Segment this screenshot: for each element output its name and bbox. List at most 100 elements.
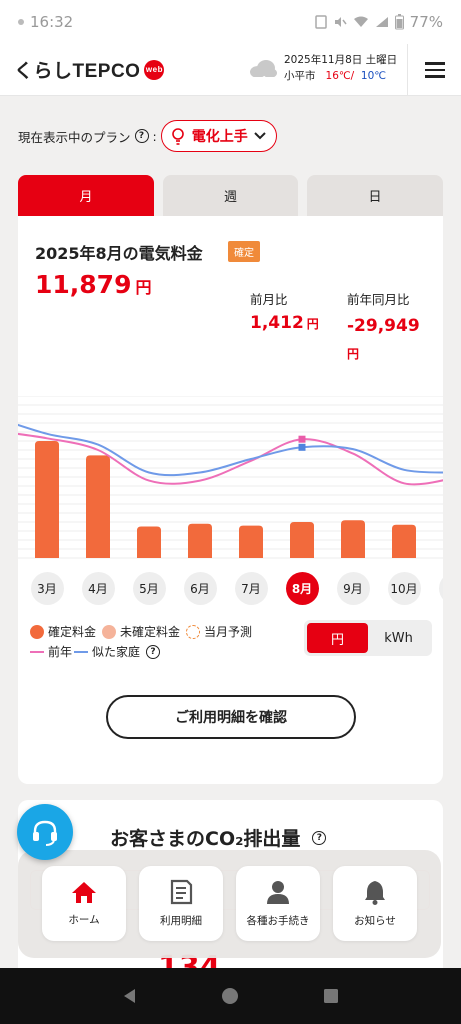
lightbulb-icon [171, 128, 184, 145]
menu-line [424, 62, 445, 65]
chart-bar [239, 525, 263, 558]
recents-icon[interactable] [322, 987, 340, 1005]
bill-amount-value: 11,879 [35, 270, 132, 299]
legend-unconfirmed: 未確定料金 [120, 625, 181, 639]
chart-marker-similar [298, 443, 306, 451]
chart-bar [35, 441, 59, 558]
sim-icon [314, 15, 327, 29]
prev-year-value: -29,949 円 [347, 313, 437, 368]
month-button[interactable]: 8月 [285, 572, 319, 605]
chart-bar [341, 520, 365, 558]
legend-confirmed-swatch [30, 625, 44, 639]
monthly-bill-chart[interactable] [18, 396, 443, 561]
monthly-bill-card: 2025年8月の電気料金 確定 11,879 円 前月比 1,412 円 前年同月比… [18, 216, 443, 784]
chart-line-similar [18, 423, 443, 477]
nav-notices[interactable]: お知らせ [333, 866, 417, 941]
weather-location-temp: 小平市 16℃/ 10℃ [284, 68, 397, 84]
plan-colon: : [152, 128, 157, 144]
unit-kwh-button[interactable]: kWh [368, 623, 429, 653]
legend-row-bills: 確定料金 未確定料金 当月予測 [30, 622, 252, 642]
chevron-down-icon [254, 132, 266, 140]
month-button[interactable]: 6月 [183, 572, 217, 605]
status-icons: 77% [314, 13, 443, 31]
bill-amount: 11,879 円 [35, 270, 152, 299]
bottom-navigation: ホーム 利用明細 各種お手続き お知らせ [18, 850, 441, 958]
plan-help-icon[interactable]: ? [134, 129, 149, 143]
battery-level: 77% [409, 13, 443, 31]
tab-day[interactable]: 日 [307, 175, 443, 216]
back-icon[interactable] [121, 987, 139, 1005]
legend-help-icon[interactable]: ? [146, 645, 161, 659]
bill-title: 2025年8月の電気料金 [35, 244, 203, 263]
co2-title: お客さまのCO₂排出量 [110, 828, 301, 850]
status-time: 16:32 [30, 13, 74, 31]
prev-year-amount: -29,949 [347, 316, 420, 336]
legend-similar-swatch [74, 651, 89, 653]
plan-selector-row: 現在表示中のプラン ? : 電化上手 [18, 120, 277, 152]
plan-dropdown[interactable]: 電化上手 [160, 120, 277, 152]
prev-month-amount: 1,412 [250, 313, 304, 333]
weather-text: 2025年11月8日 土曜日 小平市 16℃/ 10℃ [284, 52, 397, 84]
legend-prev-year: 前年 [48, 645, 73, 659]
bill-amount-unit: 円 [135, 278, 152, 297]
month-button[interactable]: 4月 [81, 572, 115, 605]
temp-low: 10℃ [360, 70, 387, 82]
nav-home[interactable]: ホーム [42, 866, 126, 941]
prev-month-value: 1,412 円 [250, 313, 319, 333]
legend-prev-year-swatch [30, 651, 44, 653]
chart-line-prev-year [18, 432, 443, 486]
status-time-group: 16:32 [18, 13, 73, 31]
tab-month[interactable]: 月 [18, 175, 154, 216]
android-navigation-bar [0, 968, 461, 1024]
view-statement-button[interactable]: ご利用明細を確認 [106, 695, 356, 739]
month-button[interactable]: 1 [438, 572, 443, 605]
legend-forecast-swatch [186, 625, 201, 639]
unit-toggle: 円 kWh [304, 620, 432, 656]
hamburger-menu-icon[interactable] [407, 44, 461, 96]
chart-bar [137, 526, 161, 558]
nav-home-label: ホーム [68, 914, 100, 926]
chart-marker-prev-year [298, 435, 306, 443]
statement-icon [170, 879, 193, 905]
legend-forecast: 当月予測 [204, 625, 253, 639]
co2-help-icon[interactable]: ? [312, 830, 327, 845]
month-button[interactable]: 10月 [387, 572, 421, 605]
wifi-icon [353, 16, 368, 27]
month-button[interactable]: 3月 [30, 572, 64, 605]
legend-unconfirmed-swatch [102, 625, 117, 639]
support-chat-button[interactable] [17, 804, 73, 860]
legend-confirmed: 確定料金 [48, 625, 97, 639]
weather-widget: 2025年11月8日 土曜日 小平市 16℃/ 10℃ [248, 52, 397, 84]
notification-dot-icon [18, 19, 24, 25]
weather-date: 2025年11月8日 土曜日 [284, 54, 398, 66]
menu-line [424, 75, 445, 78]
prev-month-label: 前月比 [250, 292, 288, 307]
nav-notices-label: お知らせ [354, 915, 396, 927]
nav-procedures[interactable]: 各種お手続き [236, 866, 320, 941]
logo-text: くらしTEPCO [14, 61, 141, 82]
month-button[interactable]: 5月 [132, 572, 166, 605]
weather-city: 小平市 [284, 70, 316, 82]
tab-week[interactable]: 週 [163, 175, 298, 216]
signal-icon [375, 17, 388, 27]
month-button[interactable]: 9月 [336, 572, 370, 605]
status-bar: 16:32 77% [0, 0, 461, 44]
unit-yen-button[interactable]: 円 [307, 623, 368, 653]
tepco-logo[interactable]: くらしTEPCO web [14, 56, 165, 83]
chart-bar [290, 522, 314, 558]
confirmed-badge: 確定 [228, 241, 260, 262]
nav-statement[interactable]: 利用明細 [139, 866, 223, 941]
home-circle-icon[interactable] [221, 987, 239, 1005]
cloud-icon [250, 60, 277, 77]
prev-year-unit: 円 [347, 347, 360, 361]
chart-bar [188, 523, 212, 558]
temp-high: 16℃/ [325, 70, 355, 82]
app-header: くらしTEPCO web 2025年11月8日 土曜日 小平市 16℃/ 10℃ [0, 44, 461, 96]
legend-row-lines: 前年 似た家庭 ? [30, 642, 252, 662]
mute-icon [334, 17, 347, 27]
prev-month-unit: 円 [306, 317, 319, 331]
chart-legend: 確定料金 未確定料金 当月予測 前年 似た家庭 ? [30, 622, 252, 662]
month-button[interactable]: 7月 [234, 572, 268, 605]
chart-bar [392, 524, 416, 558]
plan-label: 現在表示中のプラン [18, 129, 131, 145]
